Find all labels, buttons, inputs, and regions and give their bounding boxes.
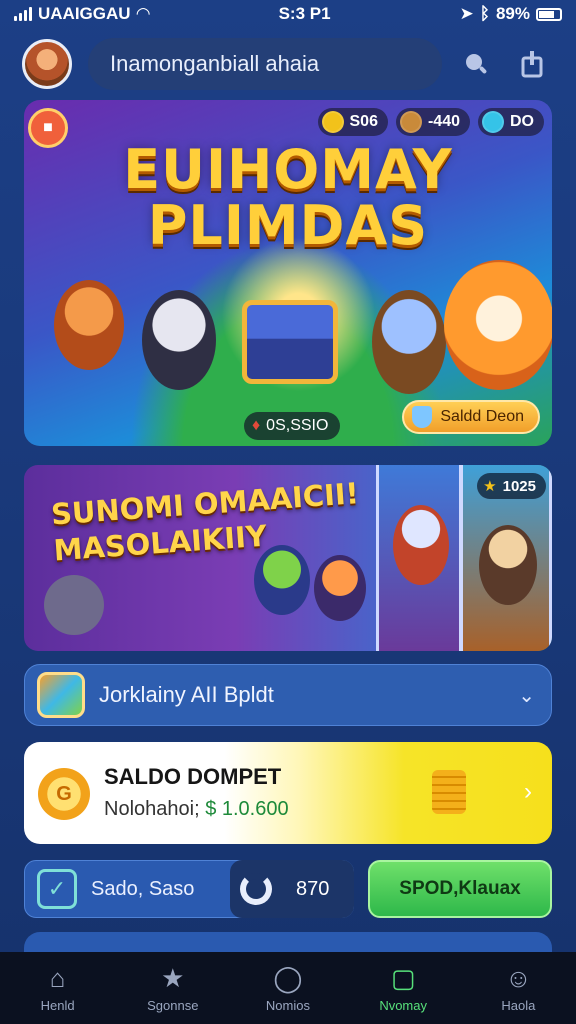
- tab-star[interactable]: ★ Sgonnse: [118, 963, 228, 1013]
- currency-value: DO: [510, 113, 534, 130]
- book-icon: ▢: [390, 963, 416, 993]
- shield-icon: [412, 406, 433, 428]
- currency-chip-gold: S06: [317, 108, 388, 136]
- saldo-action-label: Sado, Saso: [91, 877, 195, 900]
- tab-label: Nvomay: [379, 998, 427, 1013]
- tab-home[interactable]: ⌂ Henld: [3, 963, 113, 1013]
- promo-banner[interactable]: SUNOMI OMAAICII! MASOLAIKIIY ★ 1025: [24, 465, 552, 651]
- chevron-right-icon[interactable]: ›: [524, 778, 532, 806]
- claim-button-label: SPOD,Klauax: [399, 878, 521, 899]
- timer-display[interactable]: 870: [230, 860, 354, 918]
- banner-title-line1: EUIHOMAY: [123, 138, 453, 201]
- coin-stack-icon: [432, 770, 466, 814]
- claim-button[interactable]: SPOD,Klauax: [368, 860, 552, 918]
- wallet-balance-amount: $ 1.0.600: [205, 798, 289, 820]
- chevron-down-icon[interactable]: ⌄: [518, 683, 535, 708]
- tab-book[interactable]: ▢ Nvomay: [348, 963, 458, 1013]
- bluetooth-icon: ᛒ: [479, 4, 490, 23]
- cat-character-icon: [142, 290, 216, 390]
- clock-icon: ◯: [273, 963, 303, 993]
- app-title-pill[interactable]: Inamonganbiall ahaia: [88, 38, 442, 90]
- app-title: Inamonganbiall ahaia: [110, 51, 320, 76]
- clock: S:3 P1: [278, 4, 331, 23]
- dropdown-row[interactable]: Jorklainy AII Bpldt ⌄: [24, 664, 552, 726]
- currency-value: S06: [349, 113, 378, 130]
- status-left: UAAIGGAU ◠: [14, 4, 150, 24]
- dropdown-label: Jorklainy AII Bpldt: [99, 682, 274, 707]
- wallet-title: SALDO DOMPET: [104, 764, 282, 789]
- treasure-chest-icon: [242, 300, 338, 384]
- promo-card-1[interactable]: [376, 465, 462, 651]
- tab-label: Nomios: [265, 998, 310, 1013]
- tab-profile[interactable]: ☺ Haola: [463, 963, 573, 1013]
- banner-title: EUIHOMAY PLIMDAS: [24, 142, 552, 254]
- gear-coin-icon: G: [38, 768, 90, 820]
- profile-icon: ☺: [505, 963, 532, 993]
- fox-character-icon: [444, 260, 552, 390]
- counter-chip: ♦ 0S,SSIO: [244, 412, 341, 440]
- fox-warrior-character-icon: [314, 555, 366, 621]
- wallet-card[interactable]: G SALDO DOMPET Nolohahoi; $ 1.0.600 ›: [24, 742, 552, 844]
- tab-label: Sgonnse: [147, 998, 199, 1013]
- currency-row: S06 -440 DO: [317, 108, 544, 136]
- knight-character-icon: [393, 505, 449, 585]
- promo-title: SUNOMI OMAAICII! MASOLAIKIIY: [50, 474, 384, 569]
- signal-icon: [14, 7, 32, 21]
- currency-chip-bronze: -440: [395, 108, 470, 136]
- star-icon: ★: [161, 963, 185, 993]
- avatar[interactable]: [22, 39, 72, 89]
- wallet-balance-label: Nolohahoi;: [104, 798, 200, 820]
- status-bar: UAAIGGAU ◠ S:3 P1 ➤ ᛒ 89%: [0, 0, 576, 28]
- battery-percent: 89%: [495, 4, 530, 23]
- saldo-button-label: Saldd Deon: [440, 408, 524, 425]
- monkey-character-icon: [54, 280, 124, 370]
- counter-value: 0S,SSIO: [266, 417, 329, 434]
- tab-label: Haola: [501, 998, 536, 1013]
- action-row: ✓ Sado, Saso 870 SPOD,Klauax: [24, 860, 552, 918]
- checkbox-icon: ✓: [37, 869, 77, 909]
- hero-banner[interactable]: ■ S06 -440 DO EUIHOMAY PLIMDAS ♦ 0S,SSIO…: [24, 100, 552, 446]
- gold-coin-icon: [321, 111, 344, 133]
- currency-value: -440: [427, 113, 460, 130]
- ring-icon: [240, 873, 272, 905]
- puzzle-icon: ★: [483, 478, 497, 495]
- cube-icon: [37, 672, 85, 718]
- bottom-tab-bar: ⌂ Henld ★ Sgonnse ◯ Nomios ▢ Nvomay ☺ Ha…: [0, 952, 576, 1024]
- ruby-icon: ♦: [252, 417, 261, 434]
- ghost-character-icon: [44, 575, 104, 635]
- status-right: ➤ ᛒ 89%: [460, 4, 562, 24]
- location-icon: ➤: [459, 4, 474, 23]
- wallet-balance: Nolohahoi; $ 1.0.600: [104, 798, 289, 821]
- banner-title-line2: PLIMDAS: [147, 194, 429, 257]
- carrier-name: UAAIGGAU: [38, 4, 131, 23]
- gem-icon: [482, 111, 504, 133]
- home-icon: ⌂: [49, 963, 66, 993]
- tab-clock[interactable]: ◯ Nomios: [233, 963, 343, 1013]
- wolf-character-icon: [479, 525, 537, 605]
- search-icon[interactable]: [454, 42, 498, 86]
- bronze-coin-icon: [399, 111, 422, 133]
- timer-value: 870: [296, 877, 330, 900]
- promo-count-value: 1025: [502, 477, 536, 495]
- goblin-character-icon: [254, 545, 310, 615]
- wifi-icon: ◠: [136, 4, 150, 23]
- tab-label: Henld: [40, 998, 75, 1013]
- hero-character-icon: [372, 290, 446, 394]
- saldo-button[interactable]: Saldd Deon: [402, 400, 540, 434]
- currency-chip-gem: DO: [478, 108, 544, 136]
- promo-count-chip: ★ 1025: [477, 473, 546, 499]
- battery-icon: [535, 7, 562, 21]
- app-header: Inamonganbiall ahaia: [0, 30, 576, 98]
- share-icon[interactable]: [510, 42, 554, 86]
